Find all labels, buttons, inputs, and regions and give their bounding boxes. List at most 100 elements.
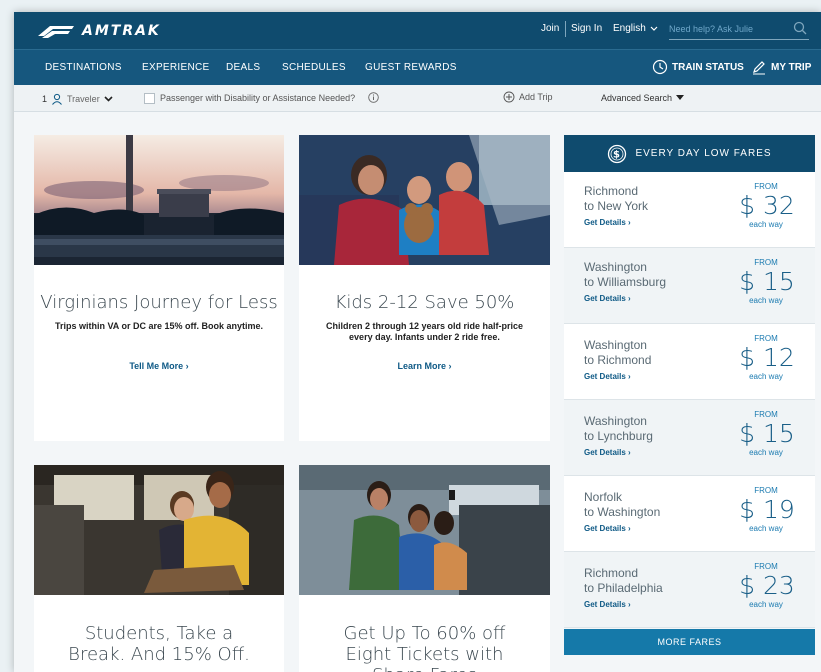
get-details-link[interactable]: Get Details › — [584, 372, 631, 381]
svg-text:$: $ — [613, 149, 621, 160]
nav-schedules[interactable]: SCHEDULES — [282, 62, 346, 73]
chevron-down-icon — [650, 26, 658, 31]
logo-wordmark: AMTRAK — [82, 23, 161, 39]
promo-title: Get Up To 60% off Eight Tickets with Sha… — [343, 623, 506, 672]
language-select[interactable]: English — [613, 23, 658, 34]
traveler-count: 1 — [42, 94, 48, 104]
fare-origin: Washington — [584, 414, 647, 428]
tell-me-more-link[interactable]: Tell Me More › — [34, 361, 284, 371]
advanced-search-toggle[interactable]: Advanced Search — [601, 93, 685, 103]
divider — [565, 21, 566, 37]
train-status-link[interactable]: TRAIN STATUS — [652, 59, 744, 75]
fare-origin: Norfolk — [584, 490, 623, 504]
learn-more-link[interactable]: Learn More › — [299, 361, 550, 371]
fare-from-label: FROM — [754, 486, 778, 495]
fare-from-label: FROM — [754, 410, 778, 419]
promo-card-virginia[interactable]: Virginians Journey for Less Trips within… — [34, 135, 284, 441]
advanced-search-label: Advanced Search — [601, 93, 673, 103]
fare-from-label: FROM — [754, 182, 778, 191]
promo-description: Trips within VA or DC are 15% off. Book … — [54, 321, 264, 331]
more-fares-button[interactable]: MORE FARES — [564, 629, 815, 655]
fare-origin: Washington — [584, 260, 647, 274]
fare-origin: Washington — [584, 338, 647, 352]
fare-price: $ 19 — [739, 495, 795, 524]
fare-price: $ 15 — [739, 267, 795, 296]
pencil-icon — [753, 61, 765, 75]
fare-each-way: each way — [749, 448, 783, 457]
fare-each-way: each way — [749, 220, 783, 229]
fare-destination: to Washington — [584, 505, 661, 519]
booking-bar: 1 Traveler Passenger with Disability or … — [14, 85, 821, 112]
promo-card-kids[interactable]: Kids 2-12 Save 50% Children 2 through 12… — [299, 135, 550, 441]
info-icon[interactable] — [368, 92, 379, 103]
plus-circle-icon — [503, 91, 515, 103]
fare-origin: Richmond — [584, 184, 639, 198]
fare-destination: to New York — [584, 199, 649, 213]
fare-row[interactable]: Norfolk to Washington Get Details › FROM… — [564, 476, 815, 552]
fare-destination: to Lynchburg — [584, 429, 653, 443]
get-details-link[interactable]: Get Details › — [584, 448, 631, 457]
fare-price: $ 32 — [739, 191, 795, 220]
train-status-label: TRAIN STATUS — [672, 61, 744, 73]
traveler-select[interactable]: 1 Traveler — [42, 90, 113, 108]
fare-row[interactable]: Washington to Lynchburg Get Details › FR… — [564, 400, 815, 476]
family-on-train-image — [299, 135, 550, 265]
fare-origin: Richmond — [584, 566, 639, 580]
fare-price: $ 23 — [739, 571, 795, 600]
fare-each-way: each way — [749, 296, 783, 305]
promo-title: Virginians Journey for Less — [40, 292, 278, 313]
caret-down-icon — [676, 95, 685, 100]
traveler-label: Traveler — [67, 94, 100, 104]
fare-price: $ 12 — [739, 343, 795, 372]
fare-price: $ 15 — [739, 419, 795, 448]
get-details-link[interactable]: Get Details › — [584, 218, 631, 227]
washington-skyline-image — [34, 135, 284, 265]
join-link[interactable]: Join — [541, 23, 559, 34]
disability-checkbox[interactable] — [144, 93, 155, 104]
fare-from-label: FROM — [754, 334, 778, 343]
dollar-coin-icon: $ — [608, 144, 627, 163]
search-input[interactable] — [669, 20, 784, 38]
fare-destination: to Philadelphia — [584, 581, 663, 595]
get-details-link[interactable]: Get Details › — [584, 600, 631, 609]
fare-each-way: each way — [749, 372, 783, 381]
fare-each-way: each way — [749, 524, 783, 533]
fare-from-label: FROM — [754, 562, 778, 571]
browser-page: AMTRAK Join Sign In English DESTINATIONS… — [14, 12, 821, 672]
get-details-link[interactable]: Get Details › — [584, 294, 631, 303]
get-details-link[interactable]: Get Details › — [584, 524, 631, 533]
fare-destination: to Richmond — [584, 353, 652, 367]
promo-description: Children 2 through 12 years old ride hal… — [325, 321, 524, 342]
add-trip-label: Add Trip — [519, 92, 553, 102]
fare-destination: to Williamsburg — [584, 275, 667, 289]
utility-bar: AMTRAK Join Sign In English — [14, 12, 821, 49]
amtrak-wave-icon — [38, 26, 74, 38]
add-trip-button[interactable]: Add Trip — [503, 91, 553, 103]
promo-card-students[interactable]: Students, Take a Break. And 15% Off. — [34, 465, 284, 672]
friends-on-train-image — [299, 465, 550, 595]
language-label: English — [613, 23, 646, 34]
fare-row[interactable]: Washington to Williamsburg Get Details ›… — [564, 248, 815, 324]
nav-deals[interactable]: DEALS — [226, 62, 260, 73]
search-box — [669, 20, 809, 40]
fares-heading-label: EVERY DAY LOW FARES — [635, 148, 772, 159]
amtrak-logo[interactable]: AMTRAK — [36, 20, 161, 42]
clock-icon — [652, 59, 668, 75]
low-fares-panel: $ EVERY DAY LOW FARES Richmond to New Yo… — [564, 135, 815, 655]
fares-heading: $ EVERY DAY LOW FARES — [564, 135, 815, 172]
fare-row[interactable]: Richmond to New York Get Details › FROM … — [564, 172, 815, 248]
promo-title: Students, Take a Break. And 15% Off. — [68, 623, 250, 665]
promo-card-share-fares[interactable]: Get Up To 60% off Eight Tickets with Sha… — [299, 465, 550, 672]
fare-from-label: FROM — [754, 258, 778, 267]
fare-row[interactable]: Washington to Richmond Get Details › FRO… — [564, 324, 815, 400]
sign-in-link[interactable]: Sign In — [571, 23, 602, 34]
my-trip-link[interactable]: MY TRIP — [751, 59, 811, 75]
disability-label: Passenger with Disability or Assistance … — [160, 93, 356, 103]
search-icon[interactable] — [793, 21, 807, 35]
nav-destinations[interactable]: DESTINATIONS — [45, 62, 122, 73]
fare-row[interactable]: Richmond to Philadelphia Get Details › F… — [564, 552, 815, 628]
person-icon — [52, 93, 62, 105]
nav-experience[interactable]: EXPERIENCE — [142, 62, 209, 73]
nav-guest-rewards[interactable]: GUEST REWARDS — [365, 62, 457, 73]
promo-title: Kids 2-12 Save 50% — [334, 292, 515, 313]
